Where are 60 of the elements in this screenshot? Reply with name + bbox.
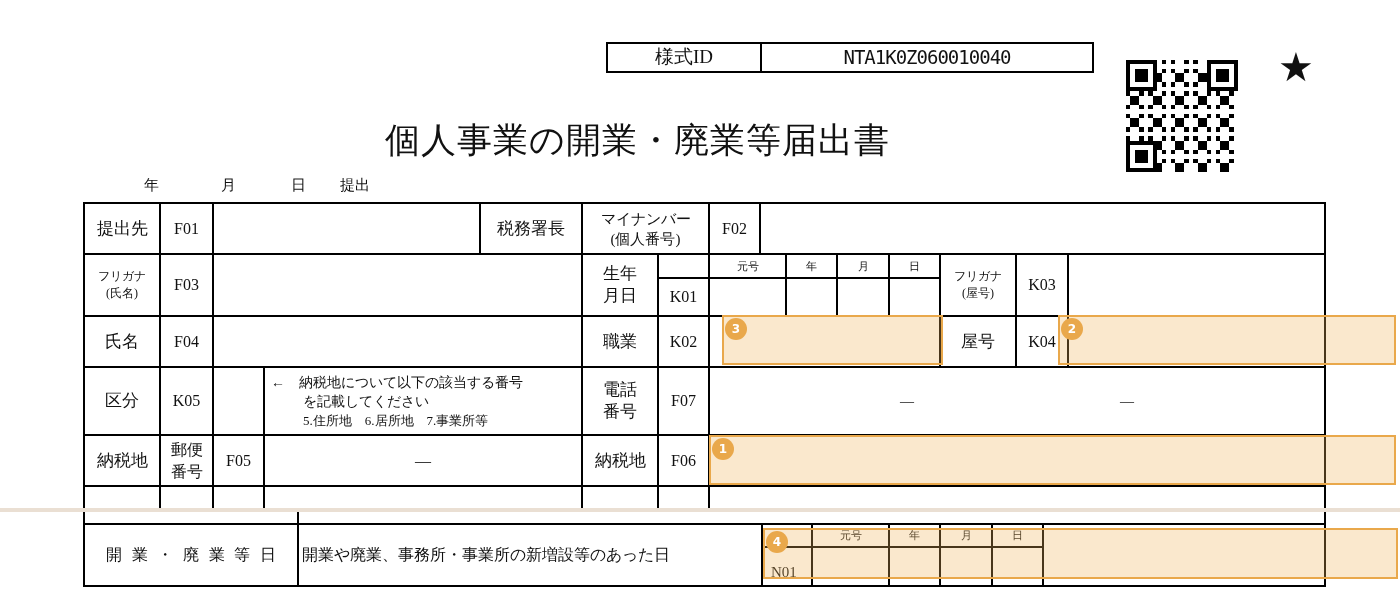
field-code: K05 <box>172 391 201 411</box>
date-header: 年 <box>909 528 920 544</box>
field-code: F02 <box>722 218 747 239</box>
date-label: 月 <box>221 176 236 195</box>
date-header: 年 <box>806 258 817 274</box>
date-header: 日 <box>1012 528 1023 544</box>
field-label: 番号 <box>603 401 637 423</box>
field-code: K01 <box>669 287 698 307</box>
field-label: 開業や廃業、事務所・事業所の新増設等のあった日 <box>301 545 670 565</box>
field-label: フリガナ <box>98 268 146 285</box>
field-label: 納税地 <box>96 449 148 472</box>
field-label: 納税地 <box>594 449 646 472</box>
date-label: 年 <box>144 176 159 195</box>
dash-separator: — <box>1120 392 1134 411</box>
field-label: 月日 <box>603 285 637 307</box>
form-title: 個人事業の開業・廃業等届出書 <box>385 120 891 162</box>
field-label: マイナンバー <box>600 209 691 229</box>
field-code: F03 <box>174 275 199 295</box>
date-header: 元号 <box>839 528 862 544</box>
field-code: K04 <box>1028 331 1056 352</box>
number-badge: 3 <box>725 318 747 340</box>
field-code: K02 <box>669 331 698 352</box>
field-code: N01 <box>771 562 797 582</box>
dash-separator: — <box>900 392 914 411</box>
field-code: F07 <box>671 391 696 411</box>
field-label: 区分 <box>105 390 139 413</box>
field-label: 提出先 <box>96 217 148 240</box>
number-badge: 4 <box>766 531 788 553</box>
date-label: 提出 <box>340 176 370 195</box>
field-label: 番号 <box>170 461 203 482</box>
field-label: 電話 <box>603 379 637 401</box>
field-code: K03 <box>1028 275 1056 295</box>
date-header: 月 <box>857 258 869 274</box>
field-label: (個人番号) <box>610 229 681 249</box>
field-label: 氏名 <box>105 330 139 353</box>
date-header: 日 <box>909 258 920 274</box>
field-label: (氏名) <box>106 285 138 302</box>
field-code: F05 <box>226 450 251 471</box>
field-code: — <box>415 450 431 471</box>
field-label: フリガナ <box>954 268 1002 285</box>
form-id-label: 様式ID <box>654 45 714 70</box>
form-id-value: NTA1K0Z060010040 <box>843 45 1011 71</box>
field-label: 職業 <box>603 330 637 353</box>
field-code: F01 <box>174 218 199 239</box>
field-label: 税務署長 <box>497 217 565 240</box>
date-header: 元号 <box>736 258 759 274</box>
field-label: 郵便 <box>170 439 203 460</box>
star-mark: ★ <box>1278 44 1314 92</box>
field-label: 生年 <box>603 263 637 285</box>
number-badge: 1 <box>712 438 734 460</box>
field-code: F06 <box>671 450 696 471</box>
field-label: (屋号) <box>962 285 994 302</box>
field-code: F04 <box>174 331 199 352</box>
option-list: 5.住所地 6.居所地 7.事業所等 <box>267 410 529 430</box>
instruction-text: ← 納税地について以下の該当する番号を記載してください <box>270 373 524 411</box>
field-label: 開業・廃業等日 <box>105 545 286 565</box>
field-label: 屋号 <box>961 330 995 353</box>
number-badge: 2 <box>1061 318 1083 340</box>
date-header: 月 <box>960 528 972 544</box>
date-label: 日 <box>291 176 306 195</box>
